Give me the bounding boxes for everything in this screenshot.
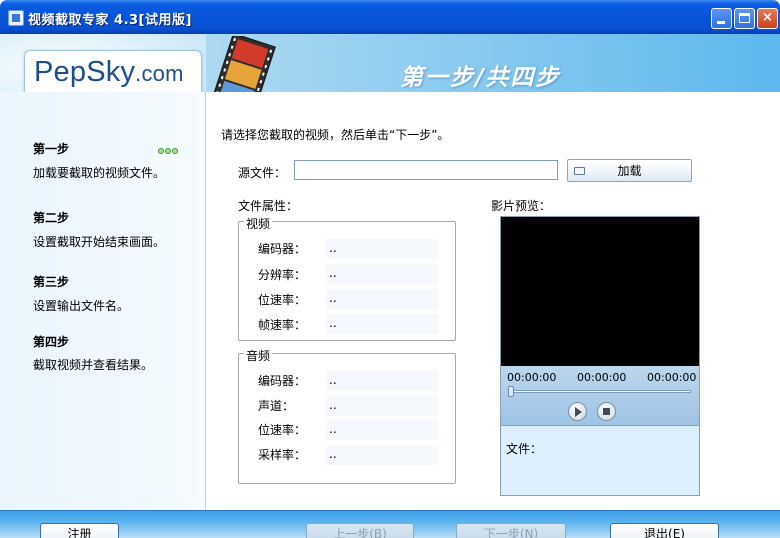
preview-file-label: 文件： — [506, 442, 543, 456]
audio-samplerate-value: .. — [326, 445, 438, 465]
sidebar-step-1-title: 第一步 — [33, 142, 70, 156]
sidebar-step-3-title: 第三步 — [33, 275, 70, 289]
file-properties-label: 文件属性： — [238, 199, 299, 213]
end-time: 00:00:00 — [647, 371, 697, 384]
audio-channels-value: .. — [326, 396, 438, 416]
active-step-indicator — [158, 143, 179, 157]
source-file-label: 源文件： — [238, 166, 287, 180]
audio-group-legend: 音频 — [244, 347, 273, 364]
video-codec-value: .. — [326, 239, 438, 259]
minimize-button[interactable] — [711, 8, 732, 29]
register-button[interactable]: 注册 — [40, 523, 119, 538]
exit-button[interactable]: 退出(E) — [610, 523, 719, 538]
video-group-legend: 视频 — [244, 215, 273, 232]
maximize-icon — [739, 13, 750, 23]
next-step-button[interactable]: 下一步(N) — [456, 523, 566, 538]
preview-label: 影片预览： — [491, 199, 552, 213]
sidebar-step-3-desc: 设置输出文件名。 — [33, 299, 130, 313]
load-button[interactable]: 加载 — [567, 159, 692, 182]
audio-samplerate-label: 采样率： — [258, 448, 307, 462]
sidebar-step-4-desc: 截取视频并查看结果。 — [33, 358, 154, 372]
video-codec-label: 编码器： — [258, 242, 307, 256]
start-time: 00:00:00 — [507, 371, 557, 384]
video-screen — [501, 217, 699, 366]
logo-suffix: .com — [135, 61, 184, 86]
sidebar-step-4-title: 第四步 — [33, 335, 70, 349]
load-button-label: 加载 — [617, 164, 642, 178]
folder-icon — [574, 167, 585, 175]
step-banner: 第一步/共四步 — [400, 64, 561, 91]
video-bitrate-value: .. — [326, 289, 438, 309]
instruction-text: 请选择您截取的视频，然后单击“下一步”。 — [221, 128, 450, 142]
sidebar-step-1-desc: 加载要截取的视频文件。 — [33, 166, 166, 180]
video-framerate-value: .. — [326, 314, 438, 334]
app-icon[interactable] — [8, 10, 24, 26]
close-button[interactable]: × — [757, 8, 778, 29]
logo-name: PepSky — [34, 56, 136, 88]
audio-codec-value: .. — [326, 371, 438, 391]
sidebar-step-2-title: 第二步 — [33, 211, 70, 225]
window-title: 视频截取专家 4.3[试用版] — [28, 13, 192, 28]
source-file-input[interactable] — [294, 160, 558, 180]
play-button[interactable] — [568, 402, 587, 421]
video-bitrate-label: 位速率： — [258, 293, 307, 307]
audio-bitrate-label: 位速率： — [258, 423, 307, 437]
stop-button[interactable] — [597, 402, 616, 421]
maximize-button[interactable] — [734, 8, 755, 29]
minimize-icon — [717, 21, 725, 24]
seek-handle[interactable] — [508, 386, 514, 397]
play-icon — [575, 407, 582, 417]
logo: PepSky.com — [34, 56, 184, 89]
audio-codec-label: 编码器： — [258, 374, 307, 388]
prev-step-button[interactable]: 上一步(B) — [306, 523, 414, 538]
audio-bitrate-value: .. — [326, 420, 438, 440]
audio-channels-label: 声道： — [258, 399, 295, 413]
video-framerate-label: 帧速率： — [258, 318, 307, 332]
preview-file-area — [501, 425, 699, 495]
current-time: 00:00:00 — [577, 371, 627, 384]
seek-slider[interactable] — [509, 390, 691, 393]
stop-icon — [603, 408, 610, 415]
video-resolution-value: .. — [326, 264, 438, 284]
video-resolution-label: 分辨率： — [258, 268, 307, 282]
sidebar-step-2-desc: 设置截取开始结束画面。 — [33, 235, 166, 249]
